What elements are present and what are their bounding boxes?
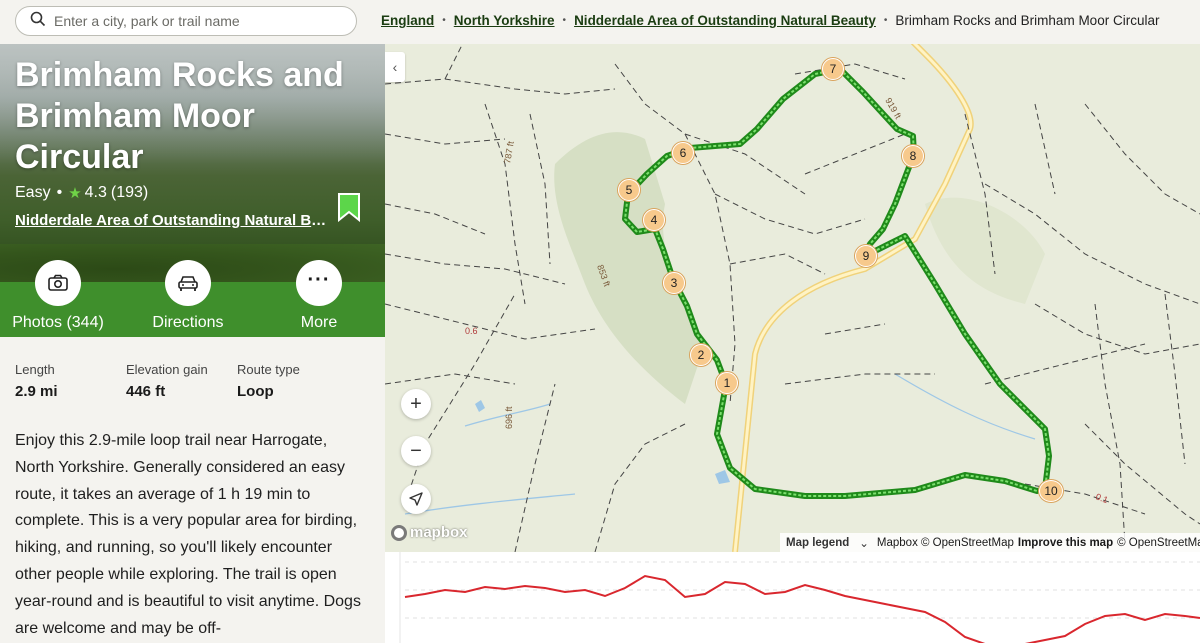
mapbox-logo[interactable]: mapbox	[391, 524, 468, 541]
stat-route-label: Route type	[237, 362, 300, 377]
breadcrumb-nidderdale[interactable]: Nidderdale Area of Outstanding Natural B…	[574, 13, 876, 28]
stat-elevation: Elevation gain 446 ft	[126, 362, 208, 400]
route-marker-4[interactable]: 4	[643, 209, 665, 231]
breadcrumb: England • North Yorkshire • Nidderdale A…	[381, 13, 1159, 28]
search-input[interactable]	[54, 13, 334, 29]
water-feature	[475, 400, 485, 412]
more-icon: ···	[307, 269, 331, 291]
grid-label: 0.6	[465, 326, 478, 336]
stat-length-label: Length	[15, 362, 55, 377]
map-attribution: Map legend ⌄ Mapbox © OpenStreetMap Impr…	[780, 533, 1200, 552]
elevation-profile[interactable]	[385, 552, 1200, 643]
elevation-line	[404, 574, 1200, 643]
road	[732, 44, 974, 552]
difficulty-label: Easy	[15, 184, 51, 201]
rating-value: 4.3	[84, 184, 107, 201]
grid-label: 0.1	[1094, 491, 1109, 505]
page-title: Brimham Rocks and Brimham Moor Circular	[15, 56, 344, 176]
breadcrumb-separator: •	[442, 15, 446, 26]
elevation-chart	[399, 552, 1200, 643]
woodland-area	[925, 197, 1045, 304]
car-icon	[178, 276, 198, 291]
route-marker-5[interactable]: 5	[618, 179, 640, 201]
bookmark-icon	[338, 193, 360, 223]
top-bar: England • North Yorkshire • Nidderdale A…	[0, 0, 1200, 44]
camera-icon	[48, 274, 68, 291]
stat-elevation-label: Elevation gain	[126, 362, 208, 377]
trail-stats: Length 2.9 mi Elevation gain 446 ft Rout…	[15, 362, 375, 407]
hero-image: Brimham Rocks and Brimham Moor Circular …	[0, 44, 385, 337]
zoom-in-button[interactable]: +	[401, 389, 431, 419]
water-feature	[715, 470, 730, 484]
route-marker-9[interactable]: 9	[855, 245, 877, 267]
review-count[interactable]: (193)	[111, 184, 148, 202]
directions-circle	[165, 260, 211, 306]
more-label: More	[300, 314, 338, 331]
collapse-panel-button[interactable]: ‹	[385, 52, 405, 82]
breadcrumb-separator: •	[562, 15, 567, 26]
map-canvas: 919 ft 787 ft 853 ft 696 ft 0.6 0.1	[385, 44, 1200, 552]
directions-button[interactable]: Directions	[133, 260, 243, 332]
attribution-mapbox[interactable]: Mapbox © OpenStreetMap	[877, 537, 1014, 549]
navigation-arrow-icon	[409, 492, 423, 506]
meta-separator: •	[56, 184, 63, 201]
woodland-area	[554, 132, 705, 405]
photos-button[interactable]: Photos (344)	[3, 260, 113, 332]
attribution-osm[interactable]: © OpenStreetMap	[1117, 537, 1200, 549]
elevation-label: 696 ft	[504, 406, 514, 429]
road	[733, 44, 973, 552]
route-marker-6[interactable]: 6	[672, 142, 694, 164]
route-marker-7[interactable]: 7	[822, 58, 844, 80]
chevron-left-icon: ‹	[392, 59, 398, 75]
star-icon: ★	[68, 185, 82, 202]
stat-route-type: Route type Loop	[237, 362, 300, 400]
photos-circle	[35, 260, 81, 306]
elevation-label: 787 ft	[502, 140, 516, 164]
photos-label: Photos (344)	[12, 314, 104, 331]
search-box[interactable]	[15, 6, 357, 36]
directions-label: Directions	[152, 314, 224, 331]
breadcrumb-current: Brimham Rocks and Brimham Moor Circular	[895, 13, 1160, 28]
route-marker-8[interactable]: 8	[902, 145, 924, 167]
trail-page: England • North Yorkshire • Nidderdale A…	[0, 0, 1200, 643]
route-marker-1[interactable]: 1	[716, 372, 738, 394]
stat-length-value: 2.9 mi	[15, 383, 58, 400]
trail-description: Enjoy this 2.9-mile loop trail near Harr…	[15, 432, 361, 637]
mapbox-logo-text: mapbox	[410, 524, 468, 541]
plus-icon: +	[410, 393, 422, 415]
map-legend-toggle[interactable]: Map legend	[786, 537, 849, 549]
area-link[interactable]: Nidderdale Area of Outstanding Natural B…	[15, 212, 331, 229]
route-marker-3[interactable]: 3	[663, 272, 685, 294]
more-circle: ···	[296, 260, 342, 306]
more-button[interactable]: ··· More	[264, 260, 374, 332]
stream	[894, 373, 1036, 440]
zoom-out-button[interactable]: −	[401, 436, 431, 466]
trail-meta: Easy • ★ 4.3 (193)	[15, 184, 148, 202]
stat-route-value: Loop	[237, 383, 274, 400]
breadcrumb-separator: •	[883, 15, 888, 26]
improve-map-link[interactable]: Improve this map	[1018, 537, 1113, 549]
route-marker-10[interactable]: 10	[1039, 480, 1063, 502]
stat-length: Length 2.9 mi	[15, 362, 58, 400]
minus-icon: −	[410, 440, 422, 462]
stat-elevation-value: 446 ft	[126, 383, 166, 400]
breadcrumb-north-yorkshire[interactable]: North Yorkshire	[454, 13, 555, 28]
action-bar: Photos (344) Directions ··· More	[0, 260, 385, 337]
breadcrumb-england[interactable]: England	[381, 13, 434, 28]
bookmark-button[interactable]	[337, 192, 361, 223]
route-marker-2[interactable]: 2	[690, 344, 712, 366]
search-icon	[30, 11, 46, 32]
locate-button[interactable]	[401, 484, 431, 514]
mapbox-icon	[391, 524, 407, 541]
chevron-down-icon[interactable]: ⌄	[859, 536, 869, 550]
trail-map[interactable]: 919 ft 787 ft 853 ft 696 ft 0.6 0.1 ‹ 1 …	[385, 44, 1200, 552]
